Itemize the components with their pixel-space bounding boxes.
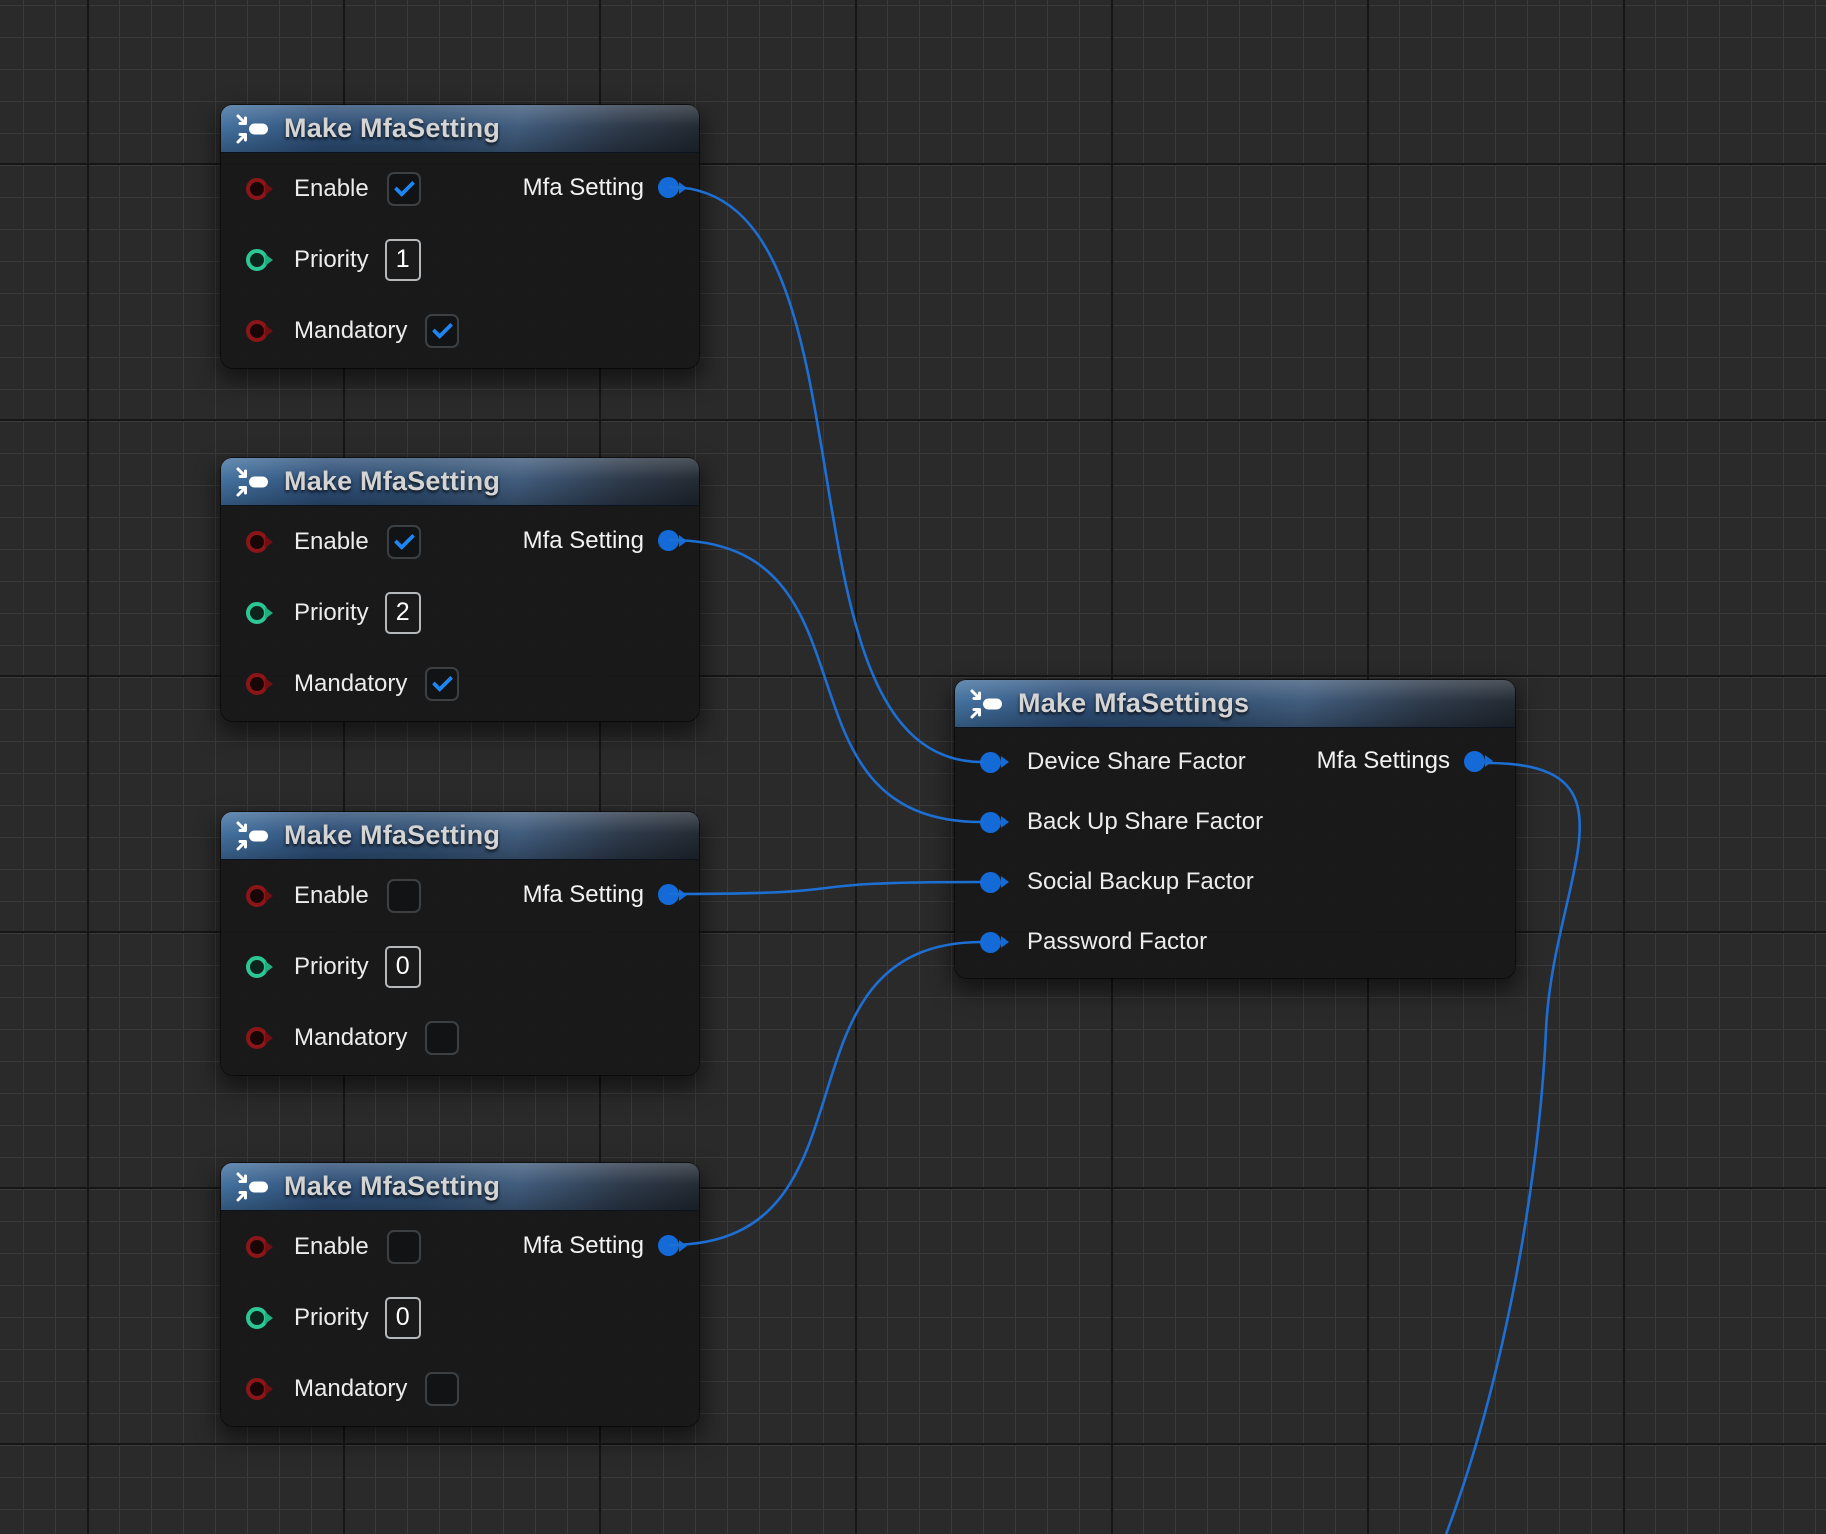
enable-checkbox[interactable] (387, 879, 421, 913)
input-pin-row: Password Factor (955, 912, 1515, 972)
pin-label: Enable (294, 175, 369, 203)
pin-label: Mandatory (294, 670, 407, 698)
input-pin-row: Back Up Share Factor (955, 792, 1515, 852)
node-body: Enable Priority 0 Mandatory (221, 860, 699, 1073)
node-header[interactable]: Make MfaSetting (221, 458, 699, 506)
blueprint-node-make-mfasetting[interactable]: Make MfaSettingMfa SettingEnablePriority… (221, 458, 699, 721)
node-title: Make MfaSettings (1018, 688, 1249, 719)
bool-pin-mandatory[interactable] (246, 1027, 268, 1049)
pin-label: Enable (294, 528, 369, 556)
bool-pin-mandatory[interactable] (246, 1378, 268, 1400)
node-title: Make MfaSetting (284, 820, 500, 851)
pin-label: Enable (294, 882, 369, 910)
priority-value-input[interactable]: 2 (385, 592, 421, 634)
struct-pin-device-share-factor[interactable] (980, 752, 1001, 773)
struct-pin-password-factor[interactable] (980, 932, 1001, 953)
pin-label: Social Backup Factor (1027, 868, 1254, 896)
bool-pin-enable[interactable] (246, 1236, 268, 1258)
input-pin-row: Enable (221, 506, 699, 577)
node-body: Enable Priority 1 Mandatory (221, 153, 699, 366)
input-pin-row: Mandatory (221, 1353, 699, 1424)
input-pin-row: Mandatory (221, 648, 699, 719)
input-pin-row: Enable (221, 1211, 699, 1282)
node-header[interactable]: Make MfaSetting (221, 1163, 699, 1211)
blueprint-node-make-mfasetting[interactable]: Make MfaSettingMfa SettingEnablePriority… (221, 812, 699, 1075)
int-pin-priority[interactable] (246, 1307, 268, 1329)
node-body: Enable Priority 0 Mandatory (221, 1211, 699, 1424)
blueprint-node-make-mfasettings[interactable]: Make MfaSettingsMfa SettingsDevice Share… (955, 680, 1515, 978)
enable-checkbox[interactable] (387, 525, 421, 559)
input-pin-row: Priority 2 (221, 577, 699, 648)
mandatory-checkbox[interactable] (425, 1372, 459, 1406)
input-pin-row: Mandatory (221, 1002, 699, 1073)
pin-label: Mandatory (294, 1375, 407, 1403)
connection-wire[interactable] (670, 540, 982, 822)
bool-pin-mandatory[interactable] (246, 673, 268, 695)
struct-pin-social-backup-factor[interactable] (980, 872, 1001, 893)
make-struct-icon (235, 466, 271, 498)
node-header[interactable]: Make MfaSetting (221, 812, 699, 860)
struct-pin-back-up-share-factor[interactable] (980, 812, 1001, 833)
blueprint-graph-canvas[interactable]: Make MfaSettingMfa SettingEnablePriority… (0, 0, 1826, 1534)
pin-label: Mandatory (294, 317, 407, 345)
node-header[interactable]: Make MfaSetting (221, 105, 699, 153)
priority-value-input[interactable]: 0 (385, 1297, 421, 1339)
bool-pin-enable[interactable] (246, 885, 268, 907)
priority-value-input[interactable]: 1 (385, 239, 421, 281)
node-title: Make MfaSetting (284, 113, 500, 144)
blueprint-node-make-mfasetting[interactable]: Make MfaSettingMfa SettingEnablePriority… (221, 105, 699, 368)
pin-label: Priority (294, 246, 369, 274)
node-body: Enable Priority 2 Mandatory (221, 506, 699, 719)
input-pin-row: Enable (221, 153, 699, 224)
mandatory-checkbox[interactable] (425, 667, 459, 701)
input-pin-row: Mandatory (221, 295, 699, 366)
node-body: Device Share Factor Back Up Share Factor S… (955, 728, 1515, 972)
connection-wire[interactable] (670, 942, 982, 1245)
pin-label: Mandatory (294, 1024, 407, 1052)
bool-pin-enable[interactable] (246, 178, 268, 200)
int-pin-priority[interactable] (246, 249, 268, 271)
input-pin-row: Priority 0 (221, 931, 699, 1002)
pin-label: Priority (294, 1304, 369, 1332)
connection-wire[interactable] (670, 187, 982, 762)
enable-checkbox[interactable] (387, 172, 421, 206)
mandatory-checkbox[interactable] (425, 1021, 459, 1055)
bool-pin-mandatory[interactable] (246, 320, 268, 342)
make-struct-icon (235, 820, 271, 852)
input-pin-row: Priority 1 (221, 224, 699, 295)
make-struct-icon (969, 688, 1005, 720)
make-struct-icon (235, 113, 271, 145)
pin-label: Back Up Share Factor (1027, 808, 1263, 836)
bool-pin-enable[interactable] (246, 531, 268, 553)
pin-label: Priority (294, 953, 369, 981)
input-pin-row: Enable (221, 860, 699, 931)
enable-checkbox[interactable] (387, 1230, 421, 1264)
blueprint-node-make-mfasetting[interactable]: Make MfaSettingMfa SettingEnablePriority… (221, 1163, 699, 1426)
pin-label: Enable (294, 1233, 369, 1261)
int-pin-priority[interactable] (246, 602, 268, 624)
input-pin-row: Priority 0 (221, 1282, 699, 1353)
make-struct-icon (235, 1171, 271, 1203)
connection-wire[interactable] (670, 882, 982, 894)
pin-label: Priority (294, 599, 369, 627)
node-title: Make MfaSetting (284, 466, 500, 497)
input-pin-row: Device Share Factor (955, 732, 1515, 792)
pin-label: Password Factor (1027, 928, 1207, 956)
node-header[interactable]: Make MfaSettings (955, 680, 1515, 728)
mandatory-checkbox[interactable] (425, 314, 459, 348)
pin-label: Device Share Factor (1027, 748, 1246, 776)
input-pin-row: Social Backup Factor (955, 852, 1515, 912)
node-title: Make MfaSetting (284, 1171, 500, 1202)
int-pin-priority[interactable] (246, 956, 268, 978)
priority-value-input[interactable]: 0 (385, 946, 421, 988)
